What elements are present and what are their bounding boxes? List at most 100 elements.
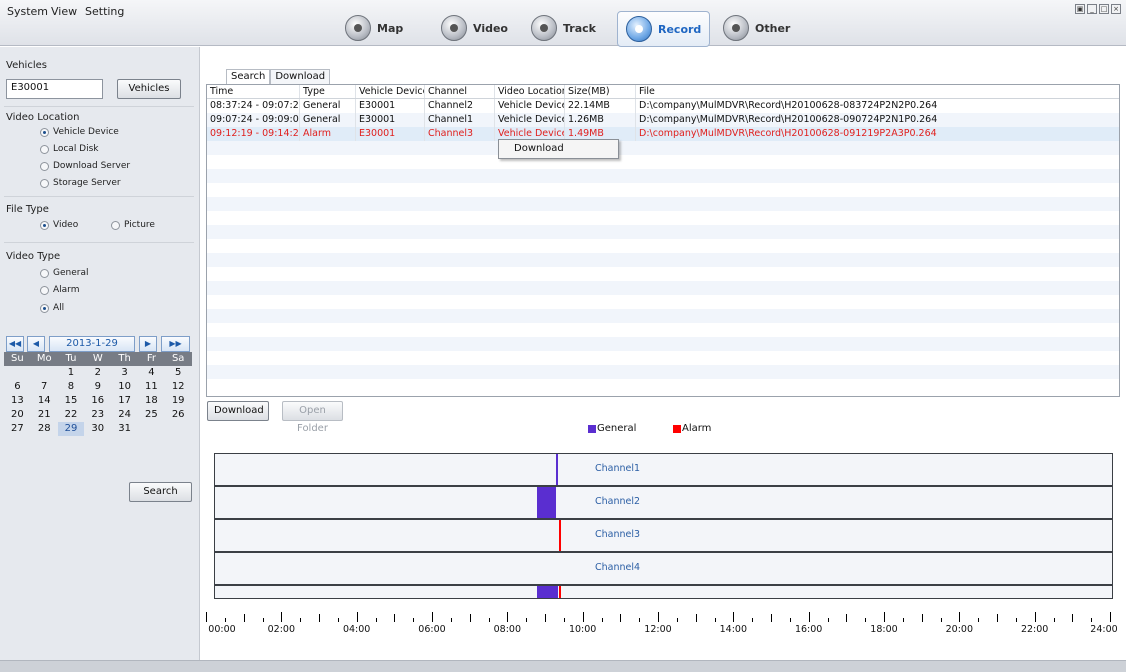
minimize-icon[interactable]: _: [1087, 4, 1097, 14]
column-header[interactable]: Size(MB): [565, 85, 636, 98]
calendar-day[interactable]: 7: [31, 380, 58, 394]
search-button[interactable]: Search: [129, 482, 192, 502]
calendar-day[interactable]: 11: [138, 380, 165, 394]
calendar-day[interactable]: 22: [58, 408, 85, 422]
table-cell: Vehicle Device: [495, 99, 565, 113]
calendar-day[interactable]: 9: [84, 380, 111, 394]
radio-icon: [40, 178, 49, 188]
axis-tick: [620, 614, 622, 622]
radio-video[interactable]: Video: [40, 220, 78, 230]
axis-tick: [394, 614, 396, 622]
calendar-day[interactable]: 15: [58, 394, 85, 408]
restore-layout-icon[interactable]: ▣: [1075, 4, 1085, 14]
nav-video-button[interactable]: Video: [441, 12, 508, 44]
next-year-icon[interactable]: ▶▶: [161, 336, 190, 352]
column-header[interactable]: Video Location: [495, 85, 565, 98]
prev-month-icon[interactable]: ◀: [27, 336, 45, 352]
nav-map-button[interactable]: Map: [345, 12, 403, 44]
table-cell: General: [300, 99, 356, 113]
calendar-day[interactable]: 13: [4, 394, 31, 408]
nav-record-button[interactable]: Record: [617, 11, 711, 47]
context-menu-download[interactable]: Download: [514, 143, 564, 154]
table-cell: E30001: [356, 99, 425, 113]
axis-tick-label: 10:00: [568, 624, 597, 635]
nav-other-button[interactable]: Other: [723, 12, 790, 44]
radio-picture[interactable]: Picture: [111, 220, 155, 230]
next-month-icon[interactable]: ▶: [139, 336, 157, 352]
calendar-day[interactable]: 3: [111, 366, 138, 380]
column-header[interactable]: Channel: [425, 85, 495, 98]
axis-tick-label: 16:00: [794, 624, 823, 635]
calendar-day[interactable]: 25: [138, 408, 165, 422]
vehicles-button[interactable]: Vehicles: [117, 79, 181, 99]
menu-system[interactable]: System: [7, 5, 48, 18]
nav-track-button[interactable]: Track: [531, 12, 596, 44]
radio-vehicle-device[interactable]: Vehicle Device: [40, 127, 119, 137]
axis-tick: [224, 618, 226, 622]
calendar-day[interactable]: 10: [111, 380, 138, 394]
open-folder-button[interactable]: Open Folder: [282, 401, 343, 434]
download-button[interactable]: Download: [207, 401, 269, 421]
tab-search[interactable]: Search: [226, 69, 271, 85]
calendar-day[interactable]: 29: [57, 422, 85, 436]
column-header[interactable]: Vehicle Device: [356, 85, 425, 98]
calendar-day[interactable]: 2: [84, 366, 111, 380]
timeline-lane[interactable]: Channel2: [214, 486, 1113, 519]
menu-setting[interactable]: Setting: [85, 5, 124, 18]
calendar-day[interactable]: 27: [4, 422, 31, 436]
radio-download-server[interactable]: Download Server: [40, 161, 130, 171]
calendar-day[interactable]: 17: [111, 394, 138, 408]
calendar-day[interactable]: 26: [165, 408, 192, 422]
close-icon[interactable]: ×: [1111, 4, 1121, 14]
vehicle-input[interactable]: E30001: [6, 79, 103, 99]
column-header[interactable]: Time: [207, 85, 300, 98]
table-row[interactable]: 09:07:24 - 09:09:06 General E30001 Chann…: [207, 113, 1119, 127]
calendar-day[interactable]: 5: [165, 366, 192, 380]
column-header[interactable]: File: [636, 85, 1119, 98]
table-empty-row: [207, 281, 1119, 295]
timeline-lane[interactable]: Channel4: [214, 552, 1113, 585]
timeline-lane[interactable]: Channel1: [214, 453, 1113, 486]
radio-storage-server[interactable]: Storage Server: [40, 178, 121, 188]
calendar-month-label[interactable]: 2013-1-29: [49, 336, 135, 352]
radio-general[interactable]: General: [40, 268, 88, 278]
column-header[interactable]: Type: [300, 85, 356, 98]
calendar-day[interactable]: 31: [111, 422, 138, 436]
calendar-day[interactable]: 6: [4, 380, 31, 394]
calendar-day[interactable]: 4: [138, 366, 165, 380]
table-cell: 09:07:24 - 09:09:06: [207, 113, 300, 127]
timeline-overview-lane[interactable]: [214, 585, 1113, 599]
menu-view[interactable]: View: [51, 5, 77, 18]
calendar-day[interactable]: 23: [84, 408, 111, 422]
maximize-icon[interactable]: □: [1099, 4, 1109, 14]
calendar-day[interactable]: 19: [165, 394, 192, 408]
calendar-day[interactable]: 21: [31, 408, 58, 422]
record-bar-channel3[interactable]: [558, 520, 561, 551]
calendar-day[interactable]: 30: [84, 422, 111, 436]
calendar-day[interactable]: 14: [31, 394, 58, 408]
calendar-day[interactable]: 1: [58, 366, 85, 380]
calendar-day[interactable]: 20: [4, 408, 31, 422]
tab-download[interactable]: Download: [270, 69, 331, 85]
radio-all[interactable]: All: [40, 303, 64, 313]
overview-bar: [537, 586, 556, 598]
radio-local-disk[interactable]: Local Disk: [40, 144, 99, 154]
table-row[interactable]: 08:37:24 - 09:07:22 General E30001 Chann…: [207, 99, 1119, 113]
radio-alarm[interactable]: Alarm: [40, 285, 79, 295]
calendar-week-row: 27 28 29 30 31: [4, 422, 192, 436]
calendar-day[interactable]: 16: [84, 394, 111, 408]
table-cell: E30001: [356, 127, 425, 141]
calendar-day[interactable]: 28: [31, 422, 58, 436]
timeline-lane[interactable]: Channel3: [214, 519, 1113, 552]
prev-year-icon[interactable]: ◀◀: [6, 336, 24, 352]
timeline-axis: [206, 600, 1120, 622]
calendar-day[interactable]: 8: [58, 380, 85, 394]
calendar-day[interactable]: 12: [165, 380, 192, 394]
record-bar-channel2[interactable]: [537, 487, 556, 518]
calendar-day[interactable]: 24: [111, 408, 138, 422]
table-row-selected[interactable]: 09:12:19 - 09:14:26 Alarm E30001 Channel…: [207, 127, 1119, 141]
axis-tick-label: 06:00: [418, 624, 446, 635]
axis-tick-label: 02:00: [267, 624, 296, 635]
calendar-day[interactable]: 18: [138, 394, 165, 408]
record-bar-channel1[interactable]: [555, 454, 558, 485]
